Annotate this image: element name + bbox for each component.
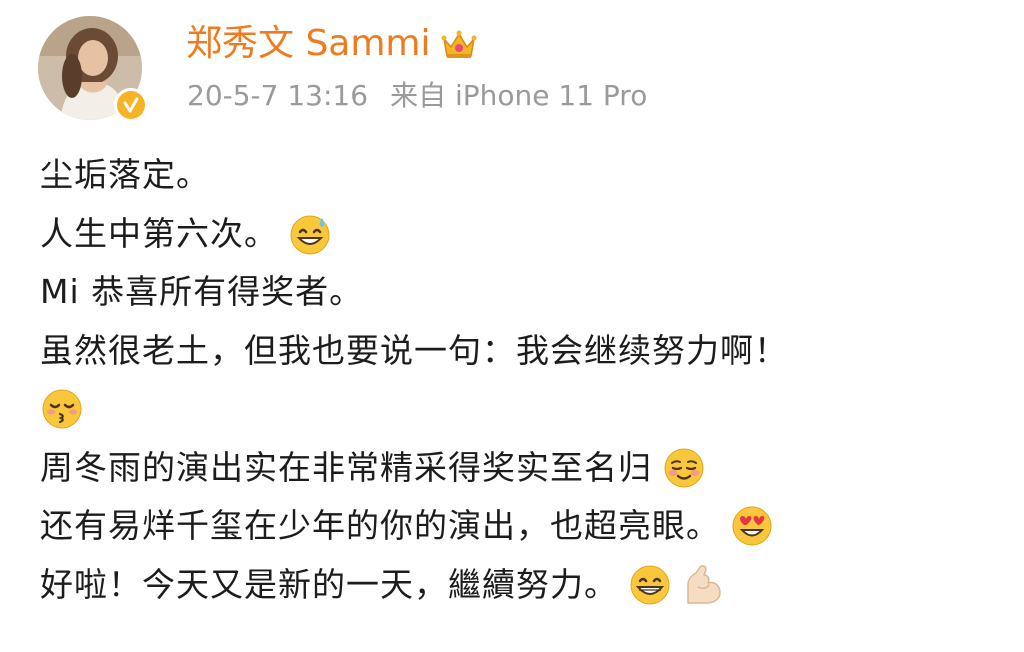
post-line-text: 好啦！今天又是新的一天，繼續努力。 — [40, 564, 618, 604]
avatar-wrap[interactable] — [36, 12, 148, 122]
weibo-post: 郑秀文 Sammi 20-5-7 13:16 来自 iPhone 11 Pro 尘… — [0, 0, 1024, 652]
post-line: 周冬雨的演出实在非常精采得奖实至名归 — [40, 439, 1000, 498]
post-line: 还有易烊千玺在少年的你的演出，也超亮眼。 — [40, 497, 1000, 556]
grin-emoji — [630, 565, 670, 605]
post-line-text: 尘垢落定。 — [40, 155, 210, 194]
post-line-text: 周冬雨的演出实在非常精采得奖实至名归 — [40, 447, 652, 487]
post-line: 好啦！今天又是新的一天，繼續努力。 — [40, 556, 1000, 615]
post-line: 尘垢落定。 — [40, 146, 1000, 205]
post-line-text: 人生中第六次。 — [40, 213, 278, 253]
heart-eyes-emoji — [732, 506, 772, 546]
grinning-sweat-emoji — [290, 215, 330, 255]
smiling-blush-emoji — [664, 448, 704, 488]
flexed-biceps-emoji — [687, 564, 721, 604]
post-line: Mi 恭喜所有得奖者。 — [40, 263, 1000, 322]
post-line-text: 还有易烊千玺在少年的你的演出，也超亮眼。 — [40, 506, 720, 545]
post-line-text: 虽然很老土，但我也要说一句：我会继续努力啊！ — [40, 330, 788, 370]
username[interactable]: 郑秀文 Sammi — [186, 22, 431, 66]
kissing-emoji — [42, 389, 82, 429]
post-line — [40, 380, 1000, 439]
post-header: 郑秀文 Sammi 20-5-7 13:16 来自 iPhone 11 Pro — [36, 12, 996, 122]
post-line-text: Mi 恭喜所有得奖者。 — [40, 272, 364, 311]
post-meta: 20-5-7 13:16 来自 iPhone 11 Pro — [187, 78, 647, 114]
verified-badge — [114, 88, 148, 122]
post-time: 20-5-7 13:16 — [187, 79, 369, 112]
post-source[interactable]: 来自 iPhone 11 Pro — [390, 79, 647, 112]
crown-icon[interactable] — [441, 28, 477, 60]
post-line: 虽然很老土，但我也要说一句：我会继续努力啊！ — [40, 322, 1000, 381]
post-line: 人生中第六次。 — [40, 205, 1000, 264]
post-content: 尘垢落定。 人生中第六次。 Mi 恭喜所有得奖者。 虽然很老土，但我也要说一句：… — [40, 146, 1000, 614]
username-row: 郑秀文 Sammi — [186, 22, 477, 66]
verified-icon — [117, 91, 145, 119]
